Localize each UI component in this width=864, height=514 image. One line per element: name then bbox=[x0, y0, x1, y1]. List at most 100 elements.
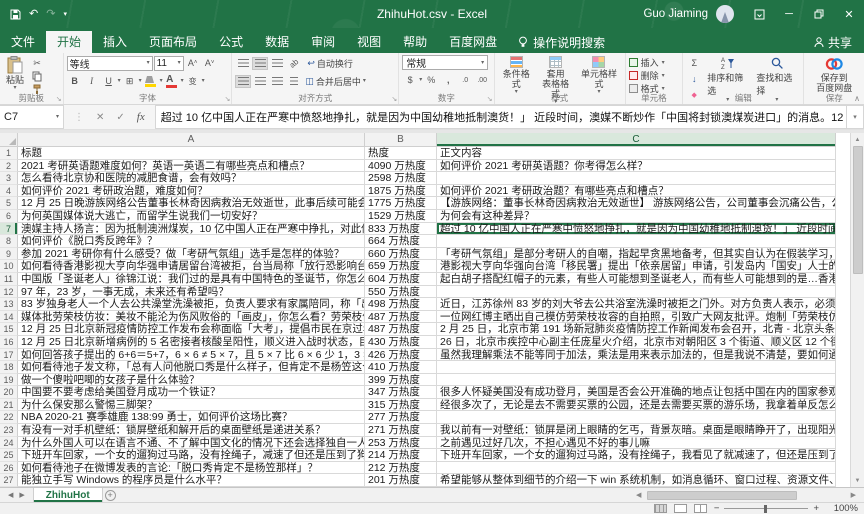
paste-dropdown-icon[interactable]: ▾ bbox=[14, 85, 17, 91]
borders-button[interactable]: ⊞ bbox=[122, 75, 138, 88]
cell-C5[interactable]: 【游族网络：董事长林奇因病救治无效逝世】 游族网络公告，公司董事会沉痛公告，公司… bbox=[437, 197, 836, 210]
accounting-format-icon[interactable]: $ bbox=[402, 74, 418, 87]
row-header-27[interactable]: 27 bbox=[0, 474, 18, 487]
cell-A14[interactable]: 媒体批劳荣枝仿妆：美妆不能沦为伤风败俗的「画皮」，你怎么看？劳荣枝仿妆 bbox=[18, 310, 365, 324]
cut-button[interactable]: ✂ bbox=[29, 57, 45, 70]
percent-style-icon[interactable]: % bbox=[423, 74, 439, 87]
tab-file[interactable]: 文件 bbox=[0, 31, 46, 53]
cell-C1[interactable]: 正文内容 bbox=[437, 147, 836, 160]
cell-B22[interactable]: 277 万热度 bbox=[365, 411, 437, 425]
zoom-slider[interactable]: − + bbox=[714, 503, 819, 514]
decrease-font-icon[interactable]: A ˅ bbox=[202, 57, 218, 70]
row-header-4[interactable]: 4 bbox=[0, 184, 18, 198]
cell-A22[interactable]: NBA 2020-21 赛季雄鹿 138:99 勇士，如何评价这场比赛？ bbox=[18, 411, 365, 425]
cell-B26[interactable]: 212 万热度 bbox=[365, 461, 437, 475]
cell-A16[interactable]: 12 月 25 日北京新增病例的 5 名密接者核酸呈阳性，顺义进入战时状态，目前… bbox=[18, 335, 365, 349]
fill-icon[interactable]: ↓ bbox=[686, 72, 702, 85]
cell-B23[interactable]: 271 万热度 bbox=[365, 424, 437, 437]
increase-decimal-icon[interactable]: .0 bbox=[457, 74, 473, 87]
cell-C15[interactable]: 2 月 25 日，北京市第 191 场新冠肺炎疫情防控工作新闻发布会召开，北青 … bbox=[437, 323, 836, 336]
cell-A21[interactable]: 为什么保安那么警惕三脚架？ bbox=[18, 398, 365, 412]
insert-function-icon[interactable]: fx bbox=[137, 111, 145, 123]
row-header-24[interactable]: 24 bbox=[0, 436, 18, 450]
row-header-1[interactable]: 1 bbox=[0, 147, 18, 160]
tab-home[interactable]: 开始 bbox=[46, 31, 93, 53]
align-right-icon[interactable] bbox=[269, 75, 285, 88]
zoom-level[interactable]: 100% bbox=[826, 503, 858, 514]
qat-customize-icon[interactable]: ▾ bbox=[63, 11, 67, 18]
cell-A15[interactable]: 12 月 25 日北京新冠疫情防控工作发布会称面临「大考」，提倡市民在京过年，减 bbox=[18, 323, 365, 336]
account-name[interactable]: Guo Jiaming bbox=[643, 8, 708, 20]
cell-A27[interactable]: 能独立手写 Windows 的程序员是什么水平？ bbox=[18, 474, 365, 487]
vertical-scrollbar-thumb[interactable] bbox=[852, 146, 863, 274]
cell-C4[interactable]: 如何评价 2021 考研政治题？有哪些亮点和槽点？ bbox=[437, 184, 836, 198]
cell-A1[interactable]: 标题 bbox=[18, 147, 365, 160]
vertical-scrollbar[interactable]: ▲ ▼ bbox=[850, 133, 864, 487]
cell-B17[interactable]: 426 万热度 bbox=[365, 348, 437, 362]
row-header-13[interactable]: 13 bbox=[0, 298, 18, 311]
cell-C26[interactable] bbox=[437, 461, 836, 475]
row-header-12[interactable]: 12 bbox=[0, 285, 18, 299]
cell-B15[interactable]: 487 万热度 bbox=[365, 323, 437, 336]
number-dialog-launcher-icon[interactable]: ↘ bbox=[487, 96, 493, 103]
cell-B12[interactable]: 550 万热度 bbox=[365, 285, 437, 299]
row-header-10[interactable]: 10 bbox=[0, 260, 18, 273]
row-header-8[interactable]: 8 bbox=[0, 235, 18, 248]
cell-B20[interactable]: 347 万热度 bbox=[365, 386, 437, 399]
cell-B21[interactable]: 315 万热度 bbox=[365, 398, 437, 412]
cell-B16[interactable]: 430 万热度 bbox=[365, 335, 437, 349]
underline-button[interactable]: U bbox=[101, 75, 117, 88]
cell-B14[interactable]: 487 万热度 bbox=[365, 310, 437, 324]
alignment-dialog-launcher-icon[interactable]: ↘ bbox=[391, 96, 397, 103]
cell-C25[interactable]: 下班开车回家，一个女的遛狗过马路，没有拴绳子，我看见了就减速了，但还是压到了狗，… bbox=[437, 449, 836, 462]
bold-button[interactable]: B bbox=[67, 75, 83, 88]
row-header-2[interactable]: 2 bbox=[0, 159, 18, 173]
align-center-icon[interactable] bbox=[252, 75, 268, 88]
align-left-icon[interactable] bbox=[235, 74, 252, 88]
cell-A13[interactable]: 83 岁独身老人一个人去公共澡堂洗澡被拒，负责人要求有家属陪同，称「出了事 bbox=[18, 298, 365, 311]
cell-C14[interactable]: 一位网红博主晒出自己模仿劳荣枝妆容的自拍照，引致广大网友批评。炮制「劳荣枝仿妆」… bbox=[437, 310, 836, 324]
cell-C3[interactable] bbox=[437, 172, 836, 185]
normal-view-button[interactable] bbox=[653, 504, 667, 513]
page-break-view-button[interactable] bbox=[693, 504, 707, 513]
cell-C2[interactable]: 如何评价 2021 考研英语题？你考得怎么样？ bbox=[437, 159, 836, 173]
select-all-corner[interactable] bbox=[0, 133, 18, 147]
wrap-text-button[interactable]: ↩ 自动换行 bbox=[307, 57, 353, 70]
cell-A12[interactable]: 97 年，23 岁，一事无成，未来还有希望吗？ bbox=[18, 285, 365, 299]
formula-input[interactable]: 超过 10 亿中国人正在严寒中愤怒地挣扎，就是因为中国幼稚地抵制澳货！」 近段时… bbox=[154, 105, 846, 129]
cell-C11[interactable]: 起白胡子搭配红帽子的元素，有些人可能想到圣诞老人，而有些人可能想到的是…香港演员… bbox=[437, 272, 836, 286]
row-header-9[interactable]: 9 bbox=[0, 247, 18, 261]
cell-B19[interactable]: 399 万热度 bbox=[365, 373, 437, 387]
cell-C7[interactable]: 超过 10 亿中国人正在严寒中愤怒地挣扎，就是因为中国幼稚地抵制澳货！」 近段时… bbox=[437, 222, 836, 236]
row-header-22[interactable]: 22 bbox=[0, 411, 18, 425]
save-icon[interactable] bbox=[10, 9, 21, 20]
cell-B24[interactable]: 253 万热度 bbox=[365, 436, 437, 450]
share-button[interactable]: 共享 bbox=[802, 31, 864, 53]
cell-C12[interactable] bbox=[437, 285, 836, 299]
merge-center-button[interactable]: ◫ 合并后居中 ▾ bbox=[305, 75, 366, 88]
zoom-out-icon[interactable]: − bbox=[714, 503, 720, 514]
font-name-select[interactable]: 等线 ▾ bbox=[66, 55, 153, 71]
phonetic-guide-button[interactable]: 变 bbox=[185, 75, 201, 88]
column-header-a[interactable]: A bbox=[18, 133, 365, 147]
avatar[interactable] bbox=[716, 5, 734, 23]
align-top-icon[interactable] bbox=[235, 57, 251, 70]
horizontal-scrollbar-thumb[interactable] bbox=[647, 490, 798, 500]
comma-style-icon[interactable]: , bbox=[440, 74, 456, 87]
sheet-tab-zhihuhot[interactable]: ZhihuHot bbox=[32, 488, 103, 502]
row-header-17[interactable]: 17 bbox=[0, 348, 18, 362]
row-header-14[interactable]: 14 bbox=[0, 310, 18, 324]
cell-C8[interactable] bbox=[437, 235, 836, 248]
font-dialog-launcher-icon[interactable]: ↘ bbox=[225, 96, 231, 103]
cell-B18[interactable]: 410 万热度 bbox=[365, 361, 437, 374]
enter-icon[interactable]: ✓ bbox=[116, 112, 124, 123]
zoom-slider-thumb[interactable] bbox=[764, 504, 768, 513]
cell-C27[interactable]: 希望能够从整体到细节的介绍一下 win 系统机制，如消息循环、窗口过程、资源文件… bbox=[437, 474, 836, 487]
cell-C16[interactable]: 26 日，北京市疾控中心副主任庞星火介绍，北京市对朝阳区 3 个街道、顺义区 1… bbox=[437, 335, 836, 349]
cell-C13[interactable]: 近日，江苏徐州 83 岁的刘大爷去公共浴室洗澡时被拒之门外。对方负责人表示，必须… bbox=[437, 298, 836, 311]
row-header-15[interactable]: 15 bbox=[0, 323, 18, 336]
cell-B6[interactable]: 1529 万热度 bbox=[365, 209, 437, 223]
close-button[interactable]: ✕ bbox=[834, 0, 864, 28]
decrease-decimal-icon[interactable]: .00 bbox=[474, 74, 490, 87]
zoom-in-icon[interactable]: + bbox=[813, 503, 819, 514]
